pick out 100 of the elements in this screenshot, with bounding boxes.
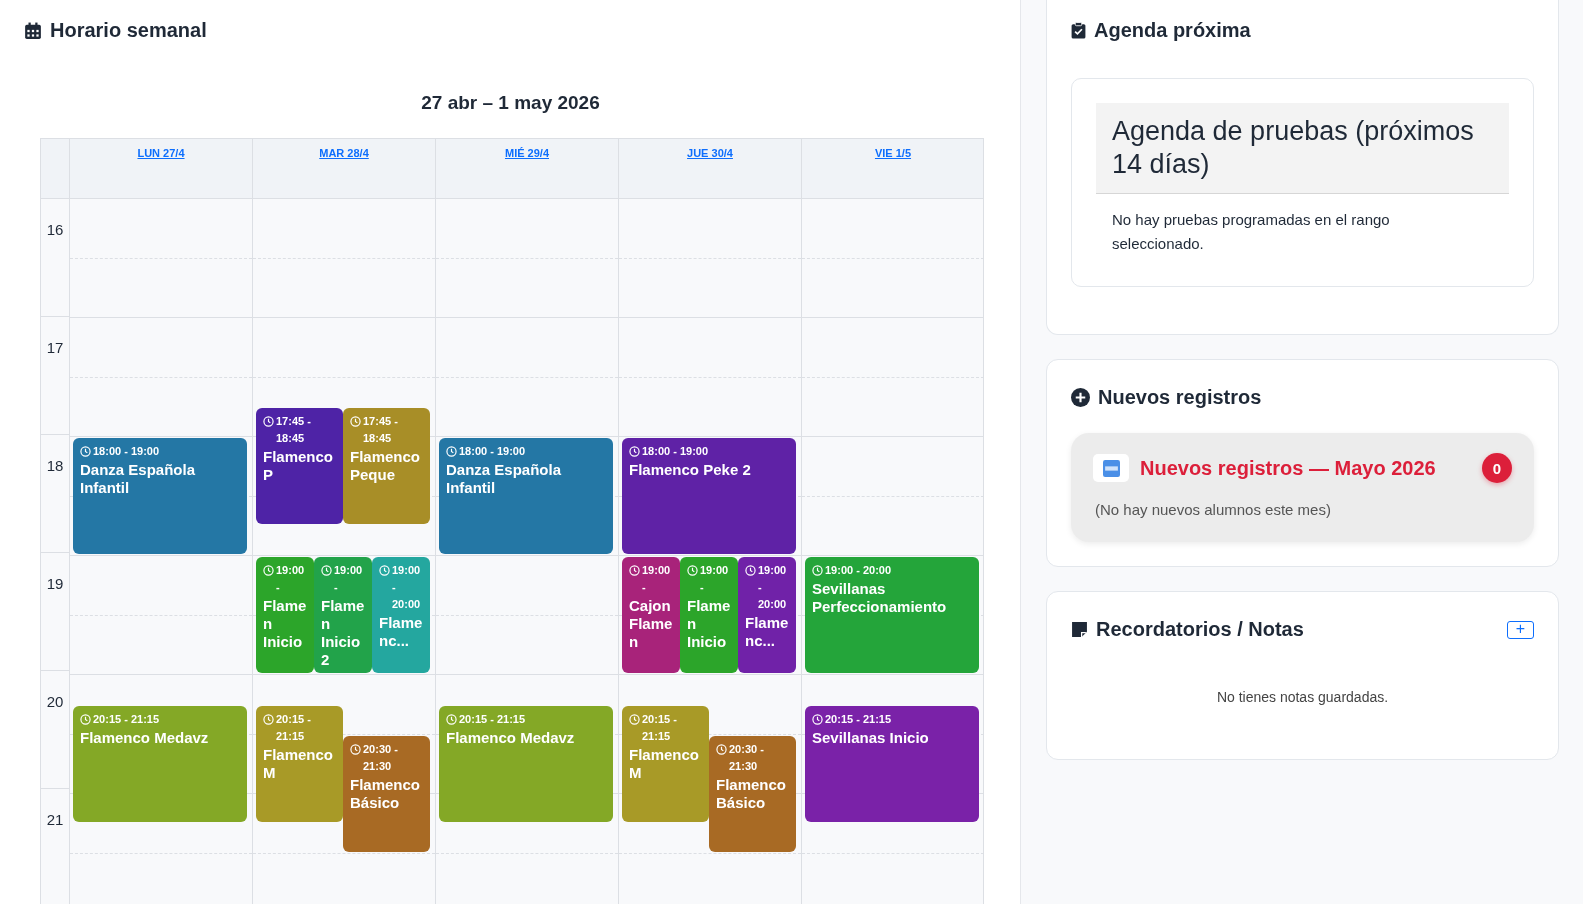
clock-icon [687, 565, 698, 576]
event-time: 20:15 - 21:15 [93, 711, 160, 727]
event-time: 17:45 - 18:45 [363, 414, 399, 447]
hour-label: 16 [46, 221, 64, 238]
event-title: Sevillanas Inicio [812, 728, 930, 747]
event-time: 18:00 - 19:00 [459, 444, 526, 459]
event-time: 20:15 - 21:15 [825, 711, 892, 727]
registrations-heading: Nuevos registros — Mayo 2026 [1140, 456, 1437, 480]
event-time: 19:00 - [642, 563, 672, 595]
event-time: 17:45 - 18:45 [276, 414, 312, 447]
tests-heading: Agenda de pruebas (próximos 14 días) [1096, 103, 1509, 194]
event-time: 20:15 - 21:15 [642, 711, 678, 744]
class-event[interactable]: 19:00 - 20:00 Sevillanas Perfeccionamiento [805, 557, 979, 673]
event-time: 19:00 - 20:00 [392, 563, 422, 612]
clock-icon [629, 446, 640, 457]
clock-icon [80, 713, 91, 725]
notes-title: Recordatorios / Notas [1096, 618, 1305, 641]
class-event[interactable]: 19:00 - 20:00 Flamenc... [738, 557, 796, 673]
event-time: 19:00 - 20:00 [758, 563, 788, 612]
clock-icon [446, 446, 457, 457]
hour-label: 20 [46, 693, 64, 710]
event-title: Flamenco M [629, 745, 701, 782]
clock-icon [263, 713, 274, 725]
sticky-note-icon [1071, 621, 1088, 638]
event-time: 18:00 - 19:00 [642, 444, 709, 459]
class-event[interactable]: 20:15 - 21:15 Flamenco Medavz [439, 705, 613, 822]
class-event[interactable]: 18:00 - 19:00 Flamenco Peke 2 [622, 438, 796, 554]
add-note-button[interactable]: + [1506, 620, 1534, 639]
event-title: Flamen Inicio [687, 597, 731, 651]
event-title: Danza Española Infantil [446, 461, 563, 497]
day-header-link[interactable]: VIE 1/5 [874, 147, 912, 159]
day-header-link[interactable]: JUE 30/4 [687, 147, 733, 159]
clock-icon [80, 446, 91, 457]
event-time: 19:00 - [700, 563, 730, 595]
clipboard-check-icon [1071, 22, 1086, 39]
clock-icon [263, 416, 274, 428]
clock-icon [745, 565, 756, 576]
event-time: 19:00 - [276, 563, 306, 595]
event-title: Flamenco Peke 2 [629, 461, 752, 479]
event-title: Flamenc... [379, 614, 423, 650]
clock-icon [446, 713, 457, 725]
hour-label: 18 [46, 457, 64, 474]
calendar-icon [24, 21, 42, 40]
clock-icon [321, 565, 332, 576]
class-event[interactable]: 19:00 - 20:00 Flamenc... [372, 557, 430, 673]
week-range: 27 abr – 1 may 2026 [420, 92, 601, 114]
class-event[interactable]: 19:00 - Flamen Inicio 2 [314, 557, 372, 673]
event-time: 20:15 - 21:15 [459, 711, 526, 727]
event-time: 19:00 - [334, 563, 364, 595]
day-header-link[interactable]: LUN 27/4 [137, 147, 185, 159]
clock-icon [812, 713, 823, 725]
clock-icon [350, 743, 361, 755]
event-title: Flamenco M [263, 745, 335, 782]
clock-icon [379, 565, 390, 576]
event-time: 20:15 - 21:15 [276, 711, 312, 744]
event-title: Flamen Inicio 2 [321, 597, 365, 669]
event-title: Flamen Inicio [263, 597, 307, 651]
event-title: Flamenco Medavz [80, 728, 210, 747]
registrations-title: Nuevos registros [1098, 386, 1262, 409]
agenda-title: Agenda próxima [1094, 19, 1251, 42]
day-header-link[interactable]: MAR 28/4 [319, 147, 369, 159]
event-title: Danza Española Infantil [80, 461, 197, 497]
clock-icon [812, 565, 823, 576]
hour-label: 17 [46, 339, 64, 356]
registrations-empty-message: (No hay nuevos alumnos este mes) [1095, 501, 1332, 518]
class-event[interactable]: 19:00 - Cajon Flamen [622, 557, 680, 673]
hour-label: 19 [46, 575, 64, 592]
event-title: Flamenco P [263, 448, 335, 485]
class-event[interactable]: 19:00 - Flamen Inicio [256, 557, 314, 673]
clock-icon [350, 416, 361, 428]
class-event[interactable]: 18:00 - 19:00 Danza Española Infantil [439, 438, 613, 554]
clock-icon [629, 713, 640, 725]
class-event[interactable]: 20:15 - 21:15 Flamenco M [256, 705, 343, 822]
class-event[interactable]: 17:45 - 18:45 Flamenco Peque [343, 408, 430, 525]
class-event[interactable]: 20:15 - 21:15 Flamenco Medavz [73, 705, 247, 822]
class-event[interactable]: 20:15 - 21:15 Sevillanas Inicio [805, 705, 979, 822]
day-header-link[interactable]: MIÉ 29/4 [505, 147, 549, 159]
event-title: Flamenco Medavz [446, 728, 576, 747]
class-event[interactable]: 20:15 - 21:15 Flamenco M [622, 705, 709, 822]
event-title: Flamenco Básico [350, 775, 422, 812]
notes-empty-message: No tienes notas guardadas. [1215, 689, 1390, 705]
clock-icon [263, 565, 274, 576]
event-title: Sevillanas Perfeccionamiento [812, 580, 948, 616]
event-time: 19:00 - 20:00 [825, 563, 892, 578]
count-badge: 0 [1482, 453, 1512, 483]
event-time: 20:30 - 21:30 [729, 741, 765, 774]
plus-circle-icon [1071, 388, 1090, 407]
event-time: 18:00 - 19:00 [93, 444, 160, 459]
event-title: Cajon Flamen [629, 597, 673, 651]
class-event[interactable]: 18:00 - 19:00 Danza Española Infantil [73, 438, 247, 554]
new-badge-icon [1093, 454, 1129, 482]
event-title: Flamenco Básico [716, 775, 788, 812]
class-event[interactable]: 20:30 - 21:30 Flamenco Básico [343, 735, 430, 852]
event-title: Flamenco Peque [350, 448, 422, 485]
class-event[interactable]: 17:45 - 18:45 Flamenco P [256, 408, 343, 525]
event-time: 20:30 - 21:30 [363, 741, 399, 774]
class-event[interactable]: 19:00 - Flamen Inicio [680, 557, 738, 673]
class-event[interactable]: 20:30 - 21:30 Flamenco Básico [709, 735, 796, 852]
schedule-heading: Horario semanal [50, 19, 207, 42]
event-title: Flamenc... [745, 614, 789, 650]
